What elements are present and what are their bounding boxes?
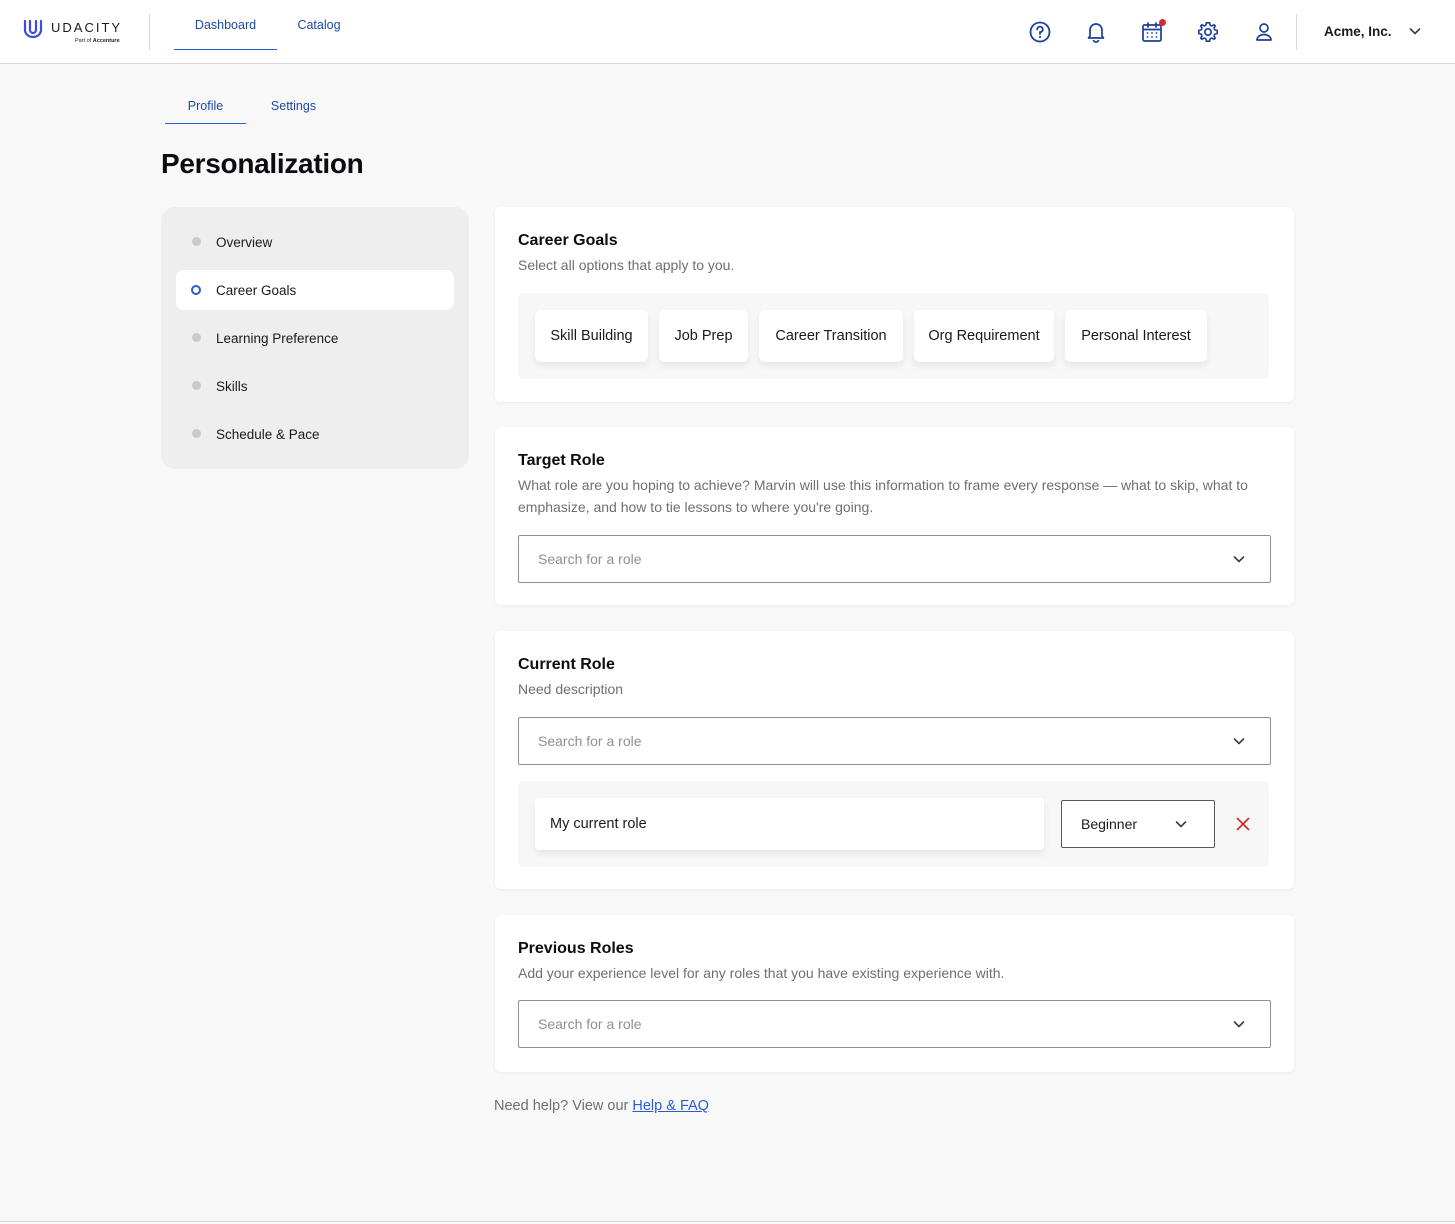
logo-tagline-company: Accenture [92, 38, 120, 44]
help-button[interactable] [1028, 20, 1052, 44]
personalization-sidebar: Overview Career Goals Learning Preferenc… [161, 207, 469, 469]
previous-roles-search-input[interactable] [538, 1016, 1198, 1032]
help-footer: Need help? View our Help & FAQ [494, 1098, 709, 1114]
close-icon [1236, 817, 1250, 831]
career-goals-title: Career Goals [518, 232, 618, 249]
calendar-notification-dot [1159, 19, 1166, 26]
logo-wordmark: UDACITY [51, 20, 123, 35]
previous-roles-select[interactable] [518, 1000, 1271, 1048]
sidebar-item-label: Skills [216, 378, 248, 394]
logo-tagline: Part of Accenture [75, 38, 120, 44]
current-role-select[interactable] [518, 717, 1271, 765]
chevron-down-icon [1233, 1021, 1245, 1028]
nav-tab-catalog[interactable]: Catalog [287, 0, 351, 50]
sidebar-item-schedule-pace[interactable]: Schedule & Pace [176, 414, 454, 454]
profile-button[interactable] [1252, 20, 1276, 44]
goal-option-job-prep[interactable]: Job Prep [659, 310, 748, 362]
top-navigation-bar: UDACITY Part of Accenture Dashboard Cata… [0, 0, 1455, 64]
tab-settings[interactable]: Settings [258, 88, 329, 124]
target-role-card: Target Role What role are you hoping to … [495, 427, 1294, 605]
sidebar-item-skills[interactable]: Skills [176, 366, 454, 406]
target-role-description: What role are you hoping to achieve? Mar… [518, 477, 1248, 515]
organization-name[interactable]: Acme, Inc. [1324, 24, 1392, 39]
previous-roles-description: Add your experience level for any roles … [518, 965, 1005, 981]
previous-roles-card: Previous Roles Add your experience level… [495, 915, 1294, 1072]
sidebar-item-learning-preference[interactable]: Learning Preference [176, 318, 454, 358]
chevron-down-icon [1409, 28, 1421, 35]
sidebar-item-career-goals[interactable]: Career Goals [176, 270, 454, 310]
current-role-entry: My current role Beginner [518, 781, 1269, 867]
chevron-down-icon [1233, 556, 1245, 563]
target-role-title: Target Role [518, 452, 605, 469]
organization-menu-button[interactable] [1408, 24, 1422, 43]
user-icon [1256, 23, 1272, 41]
logo-tagline-prefix: Part of [75, 38, 92, 44]
goal-option-org-requirement[interactable]: Org Requirement [914, 310, 1054, 362]
sidebar-step-dot [192, 381, 201, 390]
settings-button[interactable] [1196, 20, 1220, 44]
previous-roles-title: Previous Roles [518, 940, 634, 957]
topbar-divider [149, 14, 150, 50]
udacity-logo-icon [23, 19, 43, 39]
sidebar-step-dot [192, 237, 201, 246]
remove-role-button[interactable] [1234, 815, 1252, 833]
chevron-down-icon [1175, 821, 1187, 828]
help-circle-icon [1029, 21, 1051, 43]
chevron-down-icon [1233, 738, 1245, 745]
sidebar-item-label: Learning Preference [216, 330, 339, 346]
calendar-button[interactable] [1140, 19, 1166, 44]
current-role-title: Current Role [518, 656, 615, 673]
experience-level-value: Beginner [1081, 816, 1138, 832]
career-goals-card: Career Goals Select all options that app… [495, 207, 1294, 402]
goal-option-personal-interest[interactable]: Personal Interest [1065, 310, 1207, 362]
target-role-select[interactable] [518, 535, 1271, 583]
gear-icon [1198, 22, 1218, 42]
help-text: Need help? View our [494, 1098, 629, 1114]
page-title: Personalization [161, 148, 364, 179]
help-faq-link[interactable]: Help & FAQ [632, 1098, 709, 1114]
notifications-button[interactable] [1084, 20, 1108, 44]
sidebar-step-dot-active [191, 285, 201, 295]
bottom-divider [0, 1221, 1455, 1222]
tab-profile[interactable]: Profile [165, 88, 246, 124]
sidebar-item-label: Career Goals [216, 282, 297, 298]
current-role-search-input[interactable] [538, 733, 1198, 749]
current-role-description: Need description [518, 681, 624, 697]
target-role-search-input[interactable] [538, 551, 1198, 567]
sidebar-step-dot [192, 429, 201, 438]
bell-icon [1087, 23, 1105, 43]
topbar-divider-right [1296, 14, 1297, 50]
experience-level-select[interactable]: Beginner [1061, 800, 1215, 848]
sidebar-item-overview[interactable]: Overview [176, 222, 454, 262]
sidebar-item-label: Overview [216, 234, 273, 250]
current-role-name[interactable]: My current role [535, 798, 1044, 850]
goal-option-career-transition[interactable]: Career Transition [759, 310, 903, 362]
goal-option-skill-building[interactable]: Skill Building [535, 310, 648, 362]
career-goals-description: Select all options that apply to you. [518, 257, 735, 273]
udacity-logo[interactable]: UDACITY Part of Accenture [23, 18, 133, 46]
sidebar-item-label: Schedule & Pace [216, 426, 320, 442]
current-role-card: Current Role Need description My current… [495, 631, 1294, 889]
sidebar-step-dot [192, 333, 201, 342]
nav-tab-dashboard[interactable]: Dashboard [174, 0, 277, 50]
career-goals-options: Skill Building Job Prep Career Transitio… [518, 293, 1269, 379]
